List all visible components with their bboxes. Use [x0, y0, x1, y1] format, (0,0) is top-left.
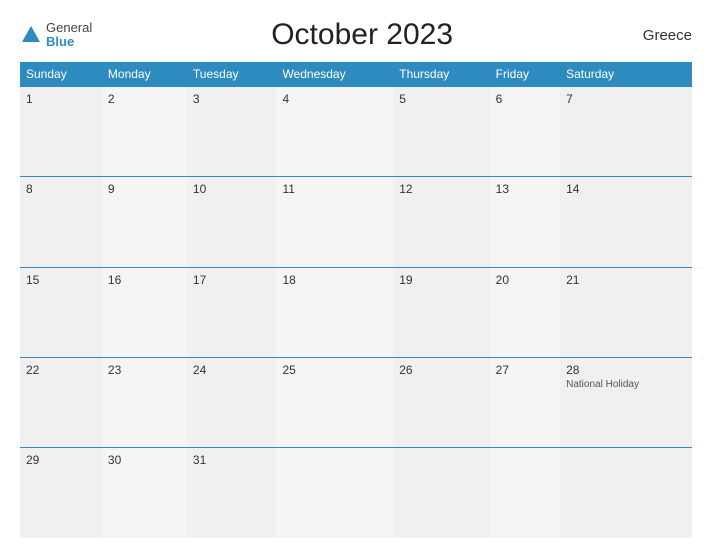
- day-number: 23: [108, 363, 181, 377]
- day-number: 18: [282, 273, 387, 287]
- logo-text: General Blue: [46, 21, 92, 50]
- day-number: 30: [108, 453, 181, 467]
- day-number: 4: [282, 92, 387, 106]
- table-row: 9: [102, 177, 187, 267]
- day-number: 28: [566, 363, 686, 377]
- table-row: 6: [490, 87, 560, 177]
- table-row: 23: [102, 357, 187, 447]
- day-number: 22: [26, 363, 96, 377]
- table-row: 19: [393, 267, 489, 357]
- day-number: 6: [496, 92, 554, 106]
- table-row: 1: [20, 87, 102, 177]
- day-number: 9: [108, 182, 181, 196]
- table-row: 4: [276, 87, 393, 177]
- logo-icon: [20, 24, 42, 46]
- table-row: 22: [20, 357, 102, 447]
- day-number: 15: [26, 273, 96, 287]
- day-number: 2: [108, 92, 181, 106]
- day-number: 10: [193, 182, 271, 196]
- table-row: 24: [187, 357, 277, 447]
- table-row: 17: [187, 267, 277, 357]
- table-row: [560, 448, 692, 538]
- calendar-week-row: 1234567: [20, 87, 692, 177]
- table-row: 16: [102, 267, 187, 357]
- day-number: 13: [496, 182, 554, 196]
- day-number: 1: [26, 92, 96, 106]
- event-label: National Holiday: [566, 379, 686, 390]
- table-row: [393, 448, 489, 538]
- table-row: 26: [393, 357, 489, 447]
- header-friday: Friday: [490, 62, 560, 87]
- day-number: 26: [399, 363, 483, 377]
- header-tuesday: Tuesday: [187, 62, 277, 87]
- day-number: 5: [399, 92, 483, 106]
- table-row: [276, 448, 393, 538]
- day-number: 7: [566, 92, 686, 106]
- day-number: 29: [26, 453, 96, 467]
- table-row: 21: [560, 267, 692, 357]
- header: General Blue October 2023 Greece: [20, 18, 692, 52]
- table-row: 11: [276, 177, 393, 267]
- table-row: 5: [393, 87, 489, 177]
- day-number: 24: [193, 363, 271, 377]
- table-row: 25: [276, 357, 393, 447]
- table-row: 29: [20, 448, 102, 538]
- day-number: 25: [282, 363, 387, 377]
- day-number: 21: [566, 273, 686, 287]
- day-number: 27: [496, 363, 554, 377]
- header-thursday: Thursday: [393, 62, 489, 87]
- day-number: 16: [108, 273, 181, 287]
- table-row: 12: [393, 177, 489, 267]
- table-row: 2: [102, 87, 187, 177]
- table-row: 31: [187, 448, 277, 538]
- day-number: 17: [193, 273, 271, 287]
- day-number: 14: [566, 182, 686, 196]
- calendar-table: Sunday Monday Tuesday Wednesday Thursday…: [20, 62, 692, 538]
- day-number: 12: [399, 182, 483, 196]
- day-number: 3: [193, 92, 271, 106]
- header-monday: Monday: [102, 62, 187, 87]
- logo: General Blue: [20, 21, 92, 50]
- weekday-header-row: Sunday Monday Tuesday Wednesday Thursday…: [20, 62, 692, 87]
- table-row: 7: [560, 87, 692, 177]
- day-number: 11: [282, 182, 387, 196]
- calendar-week-row: 89 10 11 12 13 14: [20, 177, 692, 267]
- table-row: 30: [102, 448, 187, 538]
- header-sunday: Sunday: [20, 62, 102, 87]
- country-name: Greece: [632, 27, 692, 44]
- table-row: 14: [560, 177, 692, 267]
- table-row: 15: [20, 267, 102, 357]
- table-row: 10: [187, 177, 277, 267]
- calendar-page: General Blue October 2023 Greece Sunday …: [0, 0, 712, 550]
- day-number: 31: [193, 453, 271, 467]
- table-row: 28 National Holiday: [560, 357, 692, 447]
- day-number: 19: [399, 273, 483, 287]
- table-row: 13: [490, 177, 560, 267]
- header-saturday: Saturday: [560, 62, 692, 87]
- logo-blue: Blue: [46, 35, 92, 49]
- calendar-week-row: 15 16 17 18 19 20 21: [20, 267, 692, 357]
- calendar-week-row: 22 23 24 25 26 27 28 National Holiday: [20, 357, 692, 447]
- table-row: 27: [490, 357, 560, 447]
- header-wednesday: Wednesday: [276, 62, 393, 87]
- logo-general: General: [46, 21, 92, 35]
- table-row: 20: [490, 267, 560, 357]
- calendar-week-row: 29 30 31: [20, 448, 692, 538]
- day-number: 20: [496, 273, 554, 287]
- day-number: 8: [26, 182, 96, 196]
- table-row: [490, 448, 560, 538]
- table-row: 18: [276, 267, 393, 357]
- table-row: 8: [20, 177, 102, 267]
- calendar-title: October 2023: [92, 18, 632, 52]
- table-row: 3: [187, 87, 277, 177]
